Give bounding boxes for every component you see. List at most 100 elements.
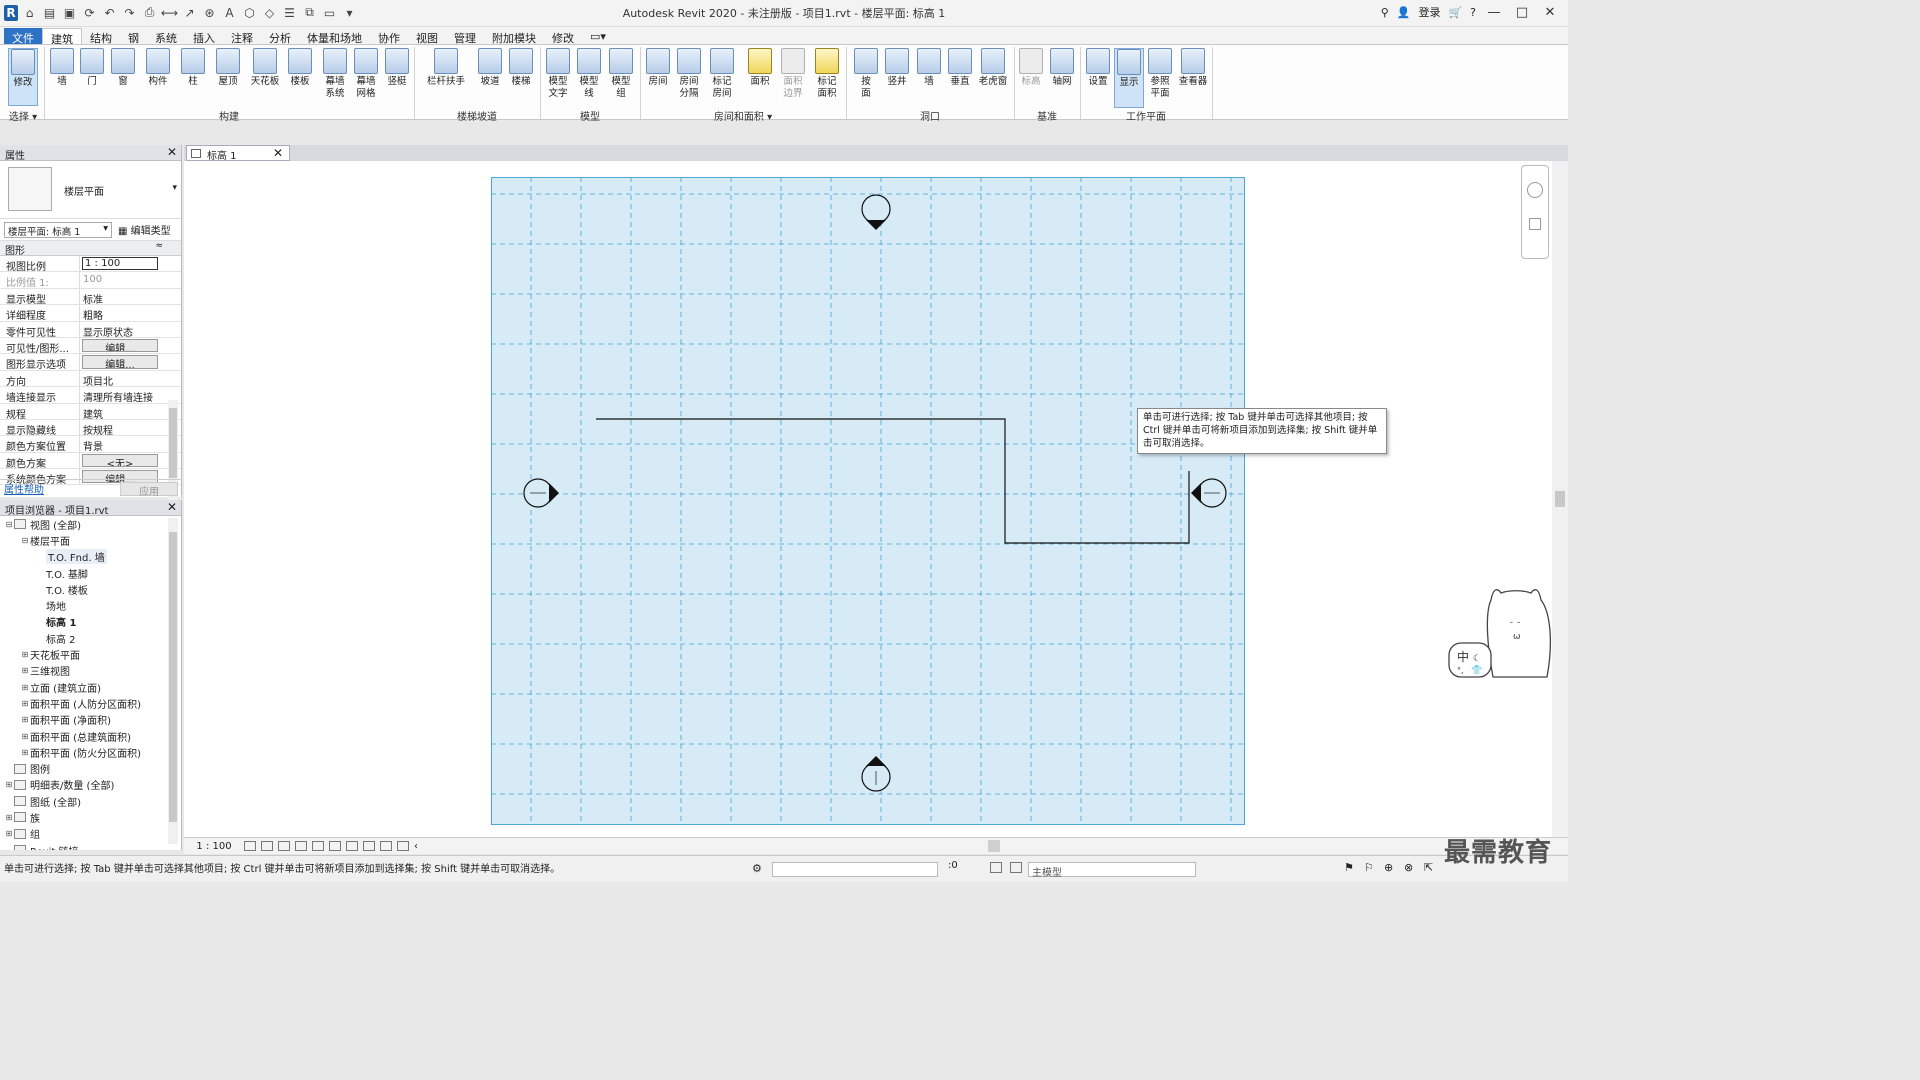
shadows-icon[interactable] xyxy=(295,841,307,851)
property-value[interactable]: 建筑 xyxy=(80,404,156,419)
wall-opening-button[interactable]: 墙 xyxy=(914,48,944,108)
expand-icon[interactable]: ⊞ xyxy=(4,829,14,838)
expand-icon[interactable]: ⊞ xyxy=(20,748,30,757)
select-underlay-icon[interactable]: ⚐ xyxy=(1364,861,1374,874)
opening-by-face-button[interactable]: 按 面 xyxy=(851,48,881,108)
property-value[interactable]: 显示原状态 xyxy=(80,322,156,337)
select-links-icon[interactable]: ⚑ xyxy=(1344,861,1354,874)
roof-button[interactable]: 屋顶 xyxy=(213,48,243,108)
cart-icon[interactable]: 🛒 xyxy=(1448,6,1462,19)
expand-icon[interactable]: ⊞ xyxy=(20,683,30,692)
ribbon-tab-10[interactable]: 视图 xyxy=(408,28,446,45)
canvas-vertical-scrollbar[interactable] xyxy=(1552,161,1568,837)
elevation-marker-north[interactable] xyxy=(861,194,891,230)
properties-help-link[interactable]: 属性帮助 xyxy=(4,481,44,496)
binoculars-icon[interactable]: ⚲ xyxy=(1381,6,1389,19)
elevation-marker-south[interactable] xyxy=(861,756,891,792)
scroll-left-icon[interactable]: ‹ xyxy=(414,841,418,852)
main-model-icon[interactable] xyxy=(1010,862,1022,873)
reveal-hidden-icon[interactable] xyxy=(380,841,392,851)
select-pinned-icon[interactable]: ⊕ xyxy=(1384,861,1393,874)
detail-level-icon[interactable] xyxy=(244,841,256,851)
room-separator-button[interactable]: 房间 分隔 xyxy=(674,48,704,108)
door-button[interactable]: 门 xyxy=(77,48,107,108)
browser-tree-item[interactable]: ⊟ 楼层平面 xyxy=(0,532,181,548)
property-value[interactable]: 标准 xyxy=(80,289,156,304)
ribbon-tab-12[interactable]: 附加模块 xyxy=(484,28,544,45)
grid-button[interactable]: 轴网 xyxy=(1047,48,1077,108)
model-line[interactable] xyxy=(596,418,1190,544)
property-value[interactable]: 编辑... xyxy=(82,338,158,353)
ribbon-tab-13[interactable]: 修改 xyxy=(544,28,582,45)
temp-hide-icon[interactable] xyxy=(363,841,375,851)
ribbon-tab-3[interactable]: 钢 xyxy=(120,28,147,45)
vertical-opening-button[interactable]: 垂直 xyxy=(945,48,975,108)
browser-scrollbar[interactable] xyxy=(168,518,178,844)
browser-tree-item[interactable]: 图纸 (全部) xyxy=(0,793,181,809)
browser-tree-item[interactable]: ⊞ 面积平面 (净面积) xyxy=(0,712,181,728)
browser-tree-item[interactable]: 场地 xyxy=(0,597,181,613)
ribbon-tab-8[interactable]: 体量和场地 xyxy=(299,28,370,45)
railing-button[interactable]: 栏杆扶手 xyxy=(425,48,467,108)
type-selector[interactable]: 楼层平面 ▾ xyxy=(0,161,181,219)
ime-indicator[interactable]: 中 xyxy=(1457,649,1469,664)
browser-tree-item[interactable]: ⊞ 组 xyxy=(0,826,181,842)
view-selector-dropdown[interactable]: 楼层平面: 标高 1 xyxy=(4,221,112,238)
maximize-button[interactable]: □ xyxy=(1512,5,1532,20)
ribbon-tab-2[interactable]: 结构 xyxy=(82,28,120,45)
lock-3d-icon[interactable] xyxy=(346,841,358,851)
browser-tree-item[interactable]: 图例 xyxy=(0,760,181,776)
browser-tree-item[interactable]: ⊞ 面积平面 (防火分区面积) xyxy=(0,744,181,760)
expand-icon[interactable]: ⊞ xyxy=(20,650,30,659)
close-button[interactable]: ✕ xyxy=(1540,5,1560,20)
help-icon[interactable]: ? xyxy=(1470,6,1476,19)
property-value[interactable]: 1 : 100 xyxy=(82,257,158,271)
chevron-down-icon[interactable]: ▾ xyxy=(172,183,177,193)
ribbon-tab-4[interactable]: 系统 xyxy=(147,28,185,45)
browser-tree-item[interactable]: ⊞ 面积平面 (总建筑面积) xyxy=(0,728,181,744)
zoom-icon[interactable] xyxy=(1529,218,1541,230)
browser-tree-item[interactable]: T.O. 楼板 xyxy=(0,581,181,597)
panel-label-select[interactable]: 选择 ▾ xyxy=(4,108,42,123)
collapse-icon[interactable]: ≈ xyxy=(155,241,163,251)
ribbon-tab-9[interactable]: 协作 xyxy=(370,28,408,45)
expand-icon[interactable]: ⊞ xyxy=(4,780,14,789)
curtain-grid-button[interactable]: 幕墙 网格 xyxy=(351,48,381,108)
analytical-model-icon[interactable] xyxy=(397,841,409,851)
property-value[interactable]: 背景 xyxy=(80,436,156,451)
login-link[interactable]: 登录 xyxy=(1418,4,1440,20)
wall-button[interactable]: 墙 xyxy=(47,48,77,108)
property-value[interactable]: 按规程 xyxy=(80,420,156,435)
view-tab-level-1[interactable]: 标高 1 ✕ xyxy=(186,145,290,162)
browser-tree-item[interactable]: T.O. Fnd. 墙 xyxy=(0,549,181,565)
browser-tree-item[interactable]: ⊞ 族 xyxy=(0,809,181,825)
shaft-button[interactable]: 竖井 xyxy=(882,48,912,108)
canvas-horizontal-scroll-thumb[interactable] xyxy=(988,840,1000,852)
model-line-button[interactable]: 模型 线 xyxy=(574,48,604,108)
design-options-icon[interactable] xyxy=(990,862,1002,873)
browser-tree-item[interactable]: 标高 1 xyxy=(0,614,181,630)
browser-tree-item[interactable]: 标高 2 xyxy=(0,630,181,646)
viewer-button[interactable]: 查看器 xyxy=(1176,48,1210,108)
close-view-tab-icon[interactable]: ✕ xyxy=(273,146,283,160)
ribbon-tab-11[interactable]: 管理 xyxy=(446,28,484,45)
collapse-icon[interactable]: ⊟ xyxy=(20,536,30,545)
crop-view-icon[interactable] xyxy=(312,841,324,851)
browser-tree-item[interactable]: ⊞ 明细表/数量 (全部) xyxy=(0,777,181,793)
property-value[interactable]: 清理所有墙连接 xyxy=(80,387,156,402)
design-option-dropdown[interactable]: 主模型 xyxy=(1028,862,1196,879)
apply-button[interactable]: 应用 xyxy=(120,481,178,498)
browser-tree-item[interactable]: ⊞ 三维视图 xyxy=(0,663,181,679)
panel-label-room-area[interactable]: 房间和面积 ▾ xyxy=(640,108,846,123)
minimize-button[interactable]: — xyxy=(1484,5,1504,20)
ramp-button[interactable]: 坡道 xyxy=(475,48,505,108)
expand-icon[interactable]: ⊞ xyxy=(20,666,30,675)
ref-plane-button[interactable]: 参照 平面 xyxy=(1145,48,1175,108)
user-icon[interactable]: 👤 xyxy=(1397,6,1411,19)
ribbon-tab-7[interactable]: 分析 xyxy=(261,28,299,45)
show-workplane-button[interactable]: 显示 xyxy=(1114,48,1144,108)
tag-room-button[interactable]: 标记 房间 xyxy=(707,48,737,108)
curtain-system-button[interactable]: 幕墙 系统 xyxy=(320,48,350,108)
property-value[interactable]: <无> xyxy=(82,453,158,468)
browser-tree-item[interactable]: Revit 链接 xyxy=(0,842,181,850)
